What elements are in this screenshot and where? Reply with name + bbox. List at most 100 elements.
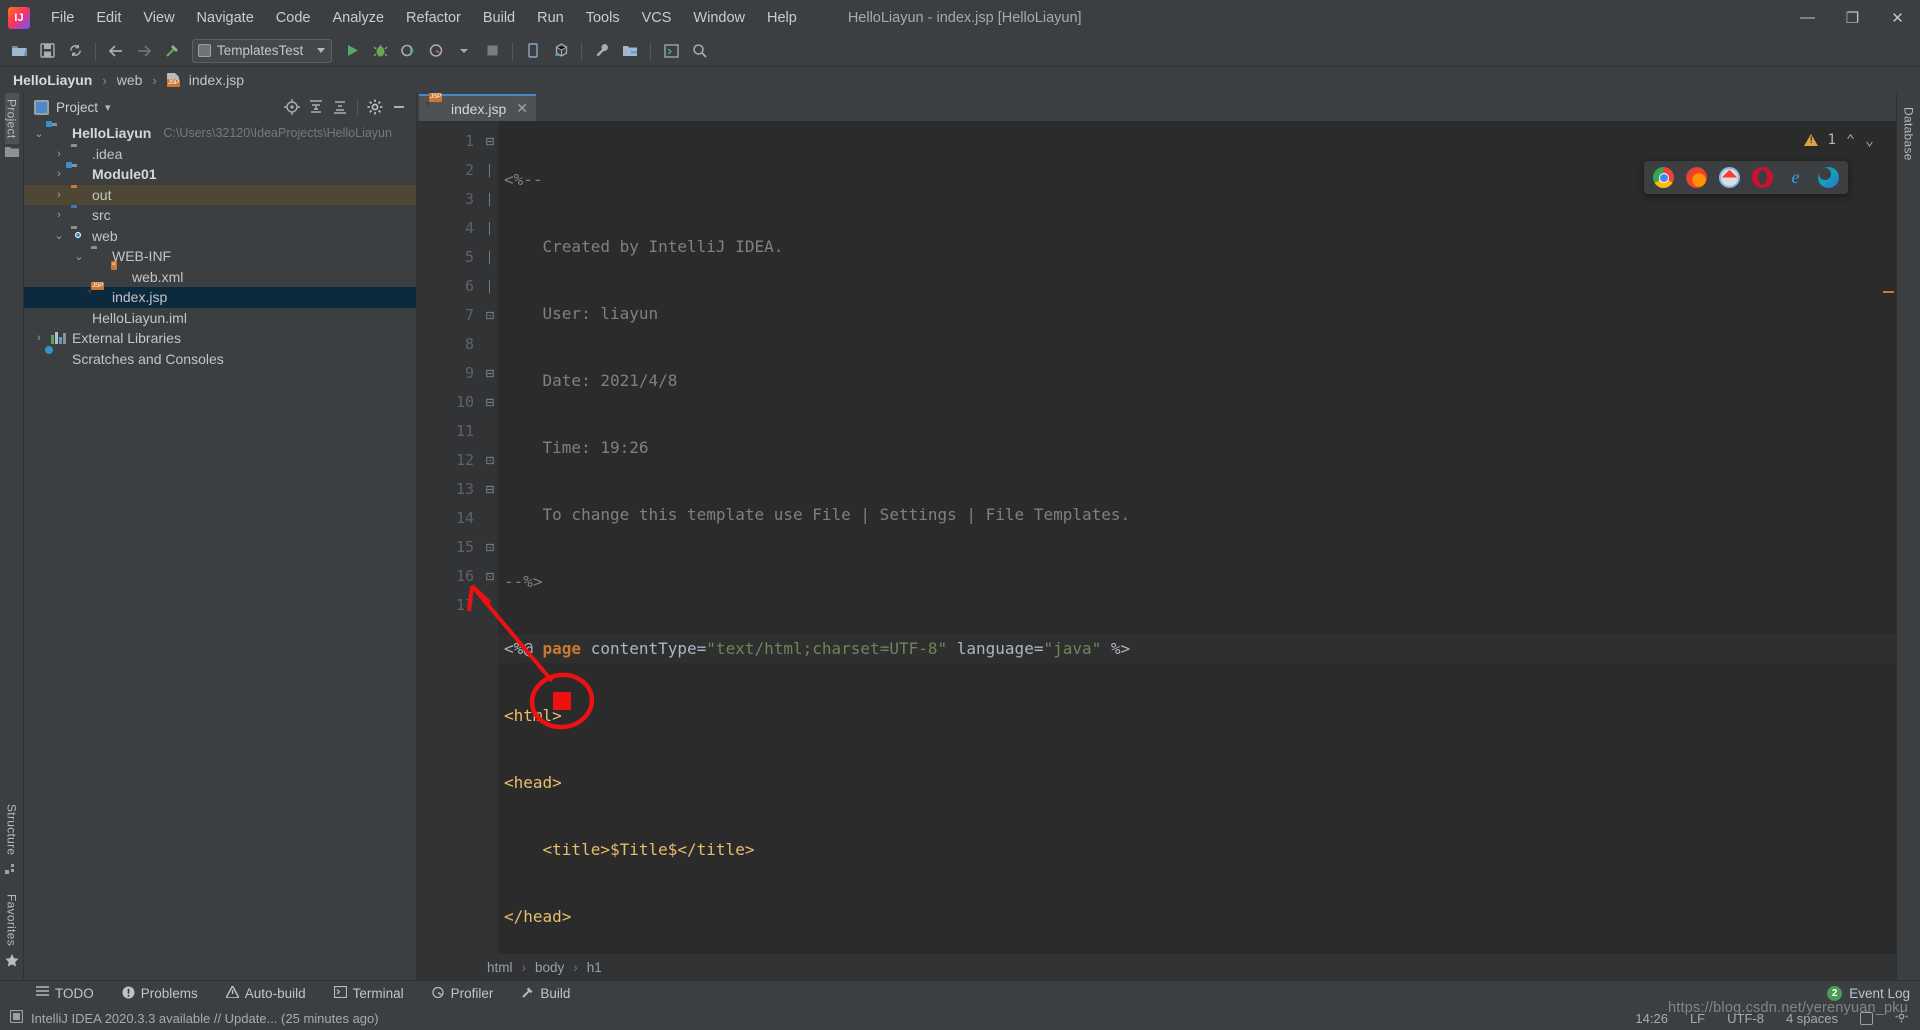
opera-browser-icon[interactable] xyxy=(1752,167,1773,188)
window-controls[interactable]: — ❐ ✕ xyxy=(1785,0,1920,35)
tree-item-external-libraries[interactable]: › External Libraries xyxy=(24,328,416,349)
debug-icon[interactable] xyxy=(367,38,393,64)
project-structure-icon[interactable] xyxy=(617,38,643,64)
settings-gear-icon[interactable] xyxy=(364,96,386,118)
fold-marker-open[interactable]: ⊟ xyxy=(482,359,498,388)
search-everywhere-icon[interactable] xyxy=(686,38,712,64)
stop-icon[interactable] xyxy=(479,38,505,64)
breadcrumb-index-jsp[interactable]: index.jsp xyxy=(186,70,247,90)
hide-icon[interactable] xyxy=(388,96,410,118)
tree-item-web-inf[interactable]: ⌄ WEB-INF xyxy=(24,246,416,267)
maximize-button[interactable]: ❐ xyxy=(1830,0,1875,35)
project-panel-title-group[interactable]: Project ▾ xyxy=(34,99,111,115)
chevron-down-icon[interactable]: ⌄ xyxy=(32,127,46,140)
unlocked-icon[interactable] xyxy=(1860,1011,1873,1025)
sync-icon[interactable] xyxy=(62,38,88,64)
editor-crumb-body[interactable]: body xyxy=(535,960,564,975)
fold-marker-open[interactable]: ⊟ xyxy=(482,475,498,504)
code-editor[interactable]: 1 2 3 4 5 6 7 8 9 10 11 12 13 14 15 16 1 xyxy=(417,121,1896,954)
firefox-browser-icon[interactable] xyxy=(1686,167,1707,188)
menu-run[interactable]: Run xyxy=(526,5,575,31)
menu-file[interactable]: File xyxy=(40,5,85,31)
chevron-down-icon[interactable] xyxy=(451,38,477,64)
minimize-button[interactable]: — xyxy=(1785,0,1830,35)
tree-item-web-xml[interactable]: < web.xml xyxy=(24,261,416,288)
select-opened-file-icon[interactable] xyxy=(281,96,303,118)
tool-button-terminal[interactable]: Terminal xyxy=(330,984,408,1003)
menu-analyze[interactable]: Analyze xyxy=(321,5,395,31)
chevron-right-icon[interactable]: › xyxy=(52,148,66,160)
chevron-down-icon[interactable]: ⌄ xyxy=(72,250,86,263)
chevron-down-icon[interactable]: ▾ xyxy=(105,101,111,114)
code-text[interactable]: <%-- Created by IntelliJ IDEA. User: lia… xyxy=(498,121,1896,954)
settings-wrench-icon[interactable] xyxy=(589,38,615,64)
menu-build[interactable]: Build xyxy=(472,5,526,31)
next-highlight-icon[interactable]: ⌄ xyxy=(1865,131,1874,149)
menu-code[interactable]: Code xyxy=(265,5,322,31)
menu-view[interactable]: View xyxy=(132,5,185,31)
fold-marker-open[interactable]: ⊟ xyxy=(482,127,498,156)
tree-item-index-jsp[interactable]: JSP index.jsp xyxy=(24,281,416,308)
event-log-button[interactable]: 2 Event Log xyxy=(1827,986,1920,1001)
tool-button-auto-build[interactable]: Auto-build xyxy=(222,984,310,1003)
collapse-all-icon[interactable] xyxy=(329,96,351,118)
code-folding-gutter[interactable]: ⊟ │ │ │ │ │ ⊡ ⊟ ⊟ ⊡ ⊟ ⊡ ⊡ xyxy=(482,121,498,954)
run-with-coverage-icon[interactable] xyxy=(395,38,421,64)
indent-setting[interactable]: 4 spaces xyxy=(1786,1011,1838,1026)
breadcrumb-web[interactable]: web xyxy=(114,70,146,90)
chevron-right-icon[interactable]: › xyxy=(52,168,66,180)
status-message[interactable]: IntelliJ IDEA 2020.3.3 available // Upda… xyxy=(31,1011,379,1026)
tool-button-build[interactable]: Build xyxy=(517,984,574,1004)
build-hammer-icon[interactable] xyxy=(159,38,185,64)
chevron-down-icon[interactable]: ⌄ xyxy=(52,229,66,242)
safari-browser-icon[interactable] xyxy=(1719,167,1740,188)
tool-button-favorites[interactable]: Favorites xyxy=(5,888,19,952)
save-all-icon[interactable] xyxy=(34,38,60,64)
tool-button-database[interactable]: Database xyxy=(1902,101,1916,167)
close-icon[interactable]: ✕ xyxy=(516,100,528,117)
tree-item-module01[interactable]: › Module01 xyxy=(24,162,416,185)
tool-button-structure[interactable]: Structure xyxy=(5,798,19,861)
close-button[interactable]: ✕ xyxy=(1875,0,1920,35)
notification-icon[interactable] xyxy=(9,1009,24,1026)
menu-bar[interactable]: File Edit View Navigate Code Analyze Ref… xyxy=(40,5,808,31)
menu-edit[interactable]: Edit xyxy=(85,5,132,31)
run-icon[interactable] xyxy=(339,38,365,64)
device-manager-icon[interactable] xyxy=(520,38,546,64)
tree-item-helloliayun-iml[interactable]: HelloLiayun.iml xyxy=(24,308,416,329)
profile-icon[interactable] xyxy=(423,38,449,64)
fold-marker-close[interactable]: ⊡ xyxy=(482,446,498,475)
run-configuration-selector[interactable]: TemplatesTest xyxy=(192,38,332,63)
file-encoding[interactable]: UTF-8 xyxy=(1727,1011,1764,1026)
settings-gear-icon[interactable] xyxy=(1895,1010,1908,1026)
fold-marker-close[interactable]: ⊡ xyxy=(482,562,498,591)
menu-refactor[interactable]: Refactor xyxy=(395,5,472,31)
chevron-right-icon[interactable]: › xyxy=(52,209,66,221)
menu-tools[interactable]: Tools xyxy=(575,5,631,31)
project-tree[interactable]: ⌄ HelloLiayun C:\Users\32120\IdeaProject… xyxy=(24,121,416,980)
tree-item-web[interactable]: ⌄ web xyxy=(24,226,416,247)
menu-window[interactable]: Window xyxy=(682,5,756,31)
open-in-browser-bar[interactable]: e xyxy=(1644,161,1848,194)
avd-manager-icon[interactable] xyxy=(548,38,574,64)
line-separator[interactable]: LF xyxy=(1690,1011,1705,1026)
tree-item-src[interactable]: › src xyxy=(24,205,416,226)
expand-all-icon[interactable] xyxy=(305,96,327,118)
editor-crumb-h1[interactable]: h1 xyxy=(587,960,602,975)
tree-item-helloliayun[interactable]: ⌄ HelloLiayun C:\Users\32120\IdeaProject… xyxy=(24,121,416,144)
editor-tab-index-jsp[interactable]: JSP index.jsp ✕ xyxy=(419,93,536,121)
tool-button-project[interactable]: Project xyxy=(4,93,19,145)
forward-arrow-icon[interactable] xyxy=(131,38,157,64)
back-arrow-icon[interactable] xyxy=(103,38,129,64)
chrome-browser-icon[interactable] xyxy=(1653,167,1674,188)
tree-item-idea[interactable]: › .idea xyxy=(24,144,416,165)
tree-item-out[interactable]: › out xyxy=(24,184,416,205)
breadcrumb-project[interactable]: HelloLiayun xyxy=(10,70,95,90)
caret-position[interactable]: 14:26 xyxy=(1635,1011,1668,1026)
fold-marker-close[interactable]: ⊡ xyxy=(482,301,498,330)
editor-crumb-html[interactable]: html xyxy=(487,960,513,975)
fold-marker-open[interactable]: ⊟ xyxy=(482,388,498,417)
terminal-icon[interactable] xyxy=(658,38,684,64)
tool-button-todo[interactable]: TODO xyxy=(32,984,98,1003)
menu-help[interactable]: Help xyxy=(756,5,808,31)
